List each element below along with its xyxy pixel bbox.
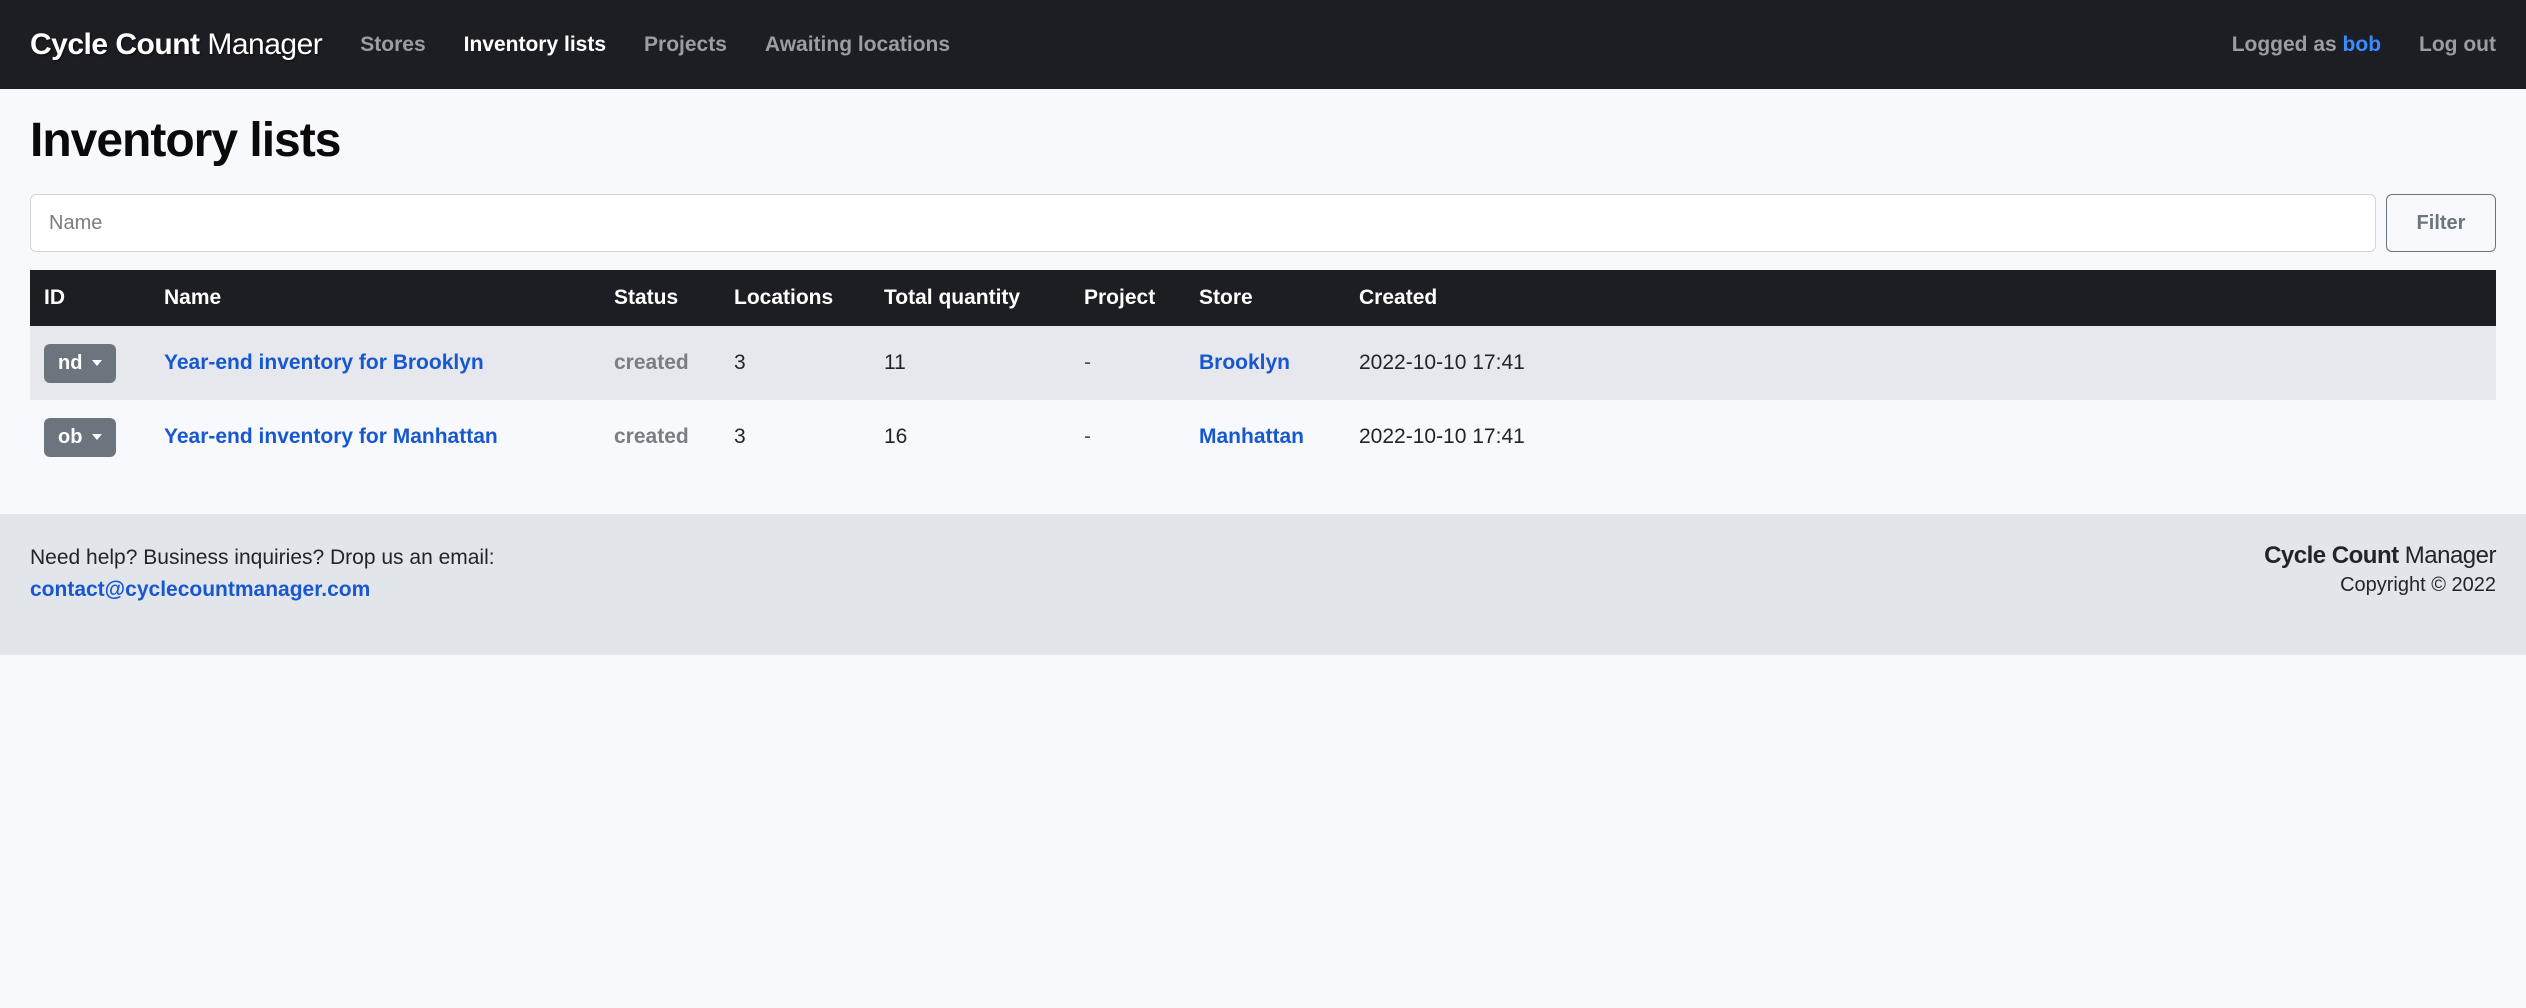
navbar: Cycle Count Manager Stores Inventory lis…	[0, 0, 2526, 89]
caret-down-icon	[92, 434, 102, 440]
filter-button[interactable]: Filter	[2386, 194, 2496, 252]
footer-email-link[interactable]: contact@cyclecountmanager.com	[30, 578, 370, 601]
footer-brand-light: Manager	[2405, 542, 2496, 569]
navbar-right: Logged as bob Log out	[2232, 33, 2496, 57]
footer-right: Cycle Count Manager Copyright © 2022	[2264, 542, 2496, 597]
row-id-dropdown[interactable]: nd	[44, 344, 116, 383]
name-filter-input[interactable]	[30, 194, 2376, 252]
th-status: Status	[600, 270, 720, 326]
table-header-row: ID Name Status Locations Total quantity …	[30, 270, 2496, 326]
nav-awaiting-locations[interactable]: Awaiting locations	[765, 33, 950, 57]
nav-stores[interactable]: Stores	[360, 33, 425, 57]
row-name-link[interactable]: Year-end inventory for Manhattan	[150, 400, 600, 474]
row-store-link[interactable]: Manhattan	[1185, 400, 1345, 474]
inventory-table: ID Name Status Locations Total quantity …	[30, 270, 2496, 474]
th-created: Created	[1345, 270, 2496, 326]
logged-as-label: Logged as	[2232, 33, 2343, 56]
row-created: 2022-10-10 17:41	[1345, 400, 2496, 474]
brand-logo[interactable]: Cycle Count Manager	[30, 28, 322, 62]
row-status: created	[600, 326, 720, 400]
nav-projects[interactable]: Projects	[644, 33, 727, 57]
page-title: Inventory lists	[30, 113, 2496, 168]
nav-links: Stores Inventory lists Projects Awaiting…	[360, 33, 950, 57]
th-total-quantity: Total quantity	[870, 270, 1070, 326]
brand-bold: Cycle Count	[30, 28, 200, 61]
footer-left: Need help? Business inquiries? Drop us a…	[30, 542, 495, 605]
footer: Need help? Business inquiries? Drop us a…	[0, 514, 2526, 655]
row-name-link[interactable]: Year-end inventory for Brooklyn	[150, 326, 600, 400]
row-locations: 3	[720, 326, 870, 400]
brand-light: Manager	[207, 28, 322, 61]
logout-link[interactable]: Log out	[2419, 33, 2496, 57]
th-project: Project	[1070, 270, 1185, 326]
row-project: -	[1070, 326, 1185, 400]
table-row: ob Year-end inventory for Manhattancreate…	[30, 400, 2496, 474]
row-store-link[interactable]: Brooklyn	[1185, 326, 1345, 400]
table-row: nd Year-end inventory for Brooklyncreated…	[30, 326, 2496, 400]
th-store: Store	[1185, 270, 1345, 326]
logged-as: Logged as bob	[2232, 33, 2381, 57]
row-locations: 3	[720, 400, 870, 474]
th-id: ID	[30, 270, 150, 326]
row-total-quantity: 16	[870, 400, 1070, 474]
footer-help-text: Need help? Business inquiries? Drop us a…	[30, 542, 495, 574]
footer-brand-bold: Cycle Count	[2264, 542, 2399, 569]
th-name: Name	[150, 270, 600, 326]
row-project: -	[1070, 400, 1185, 474]
row-status: created	[600, 400, 720, 474]
row-id-text: nd	[58, 352, 82, 375]
main-content: Inventory lists Filter ID Name Status Lo…	[0, 89, 2526, 514]
footer-copyright: Copyright © 2022	[2264, 574, 2496, 597]
username: bob	[2343, 33, 2381, 56]
row-id-dropdown[interactable]: ob	[44, 418, 116, 457]
caret-down-icon	[92, 360, 102, 366]
navbar-left: Cycle Count Manager Stores Inventory lis…	[30, 28, 950, 62]
row-created: 2022-10-10 17:41	[1345, 326, 2496, 400]
footer-brand: Cycle Count Manager	[2264, 542, 2496, 570]
row-id-text: ob	[58, 426, 82, 449]
filter-row: Filter	[30, 194, 2496, 252]
nav-inventory-lists[interactable]: Inventory lists	[464, 33, 606, 57]
row-total-quantity: 11	[870, 326, 1070, 400]
th-locations: Locations	[720, 270, 870, 326]
